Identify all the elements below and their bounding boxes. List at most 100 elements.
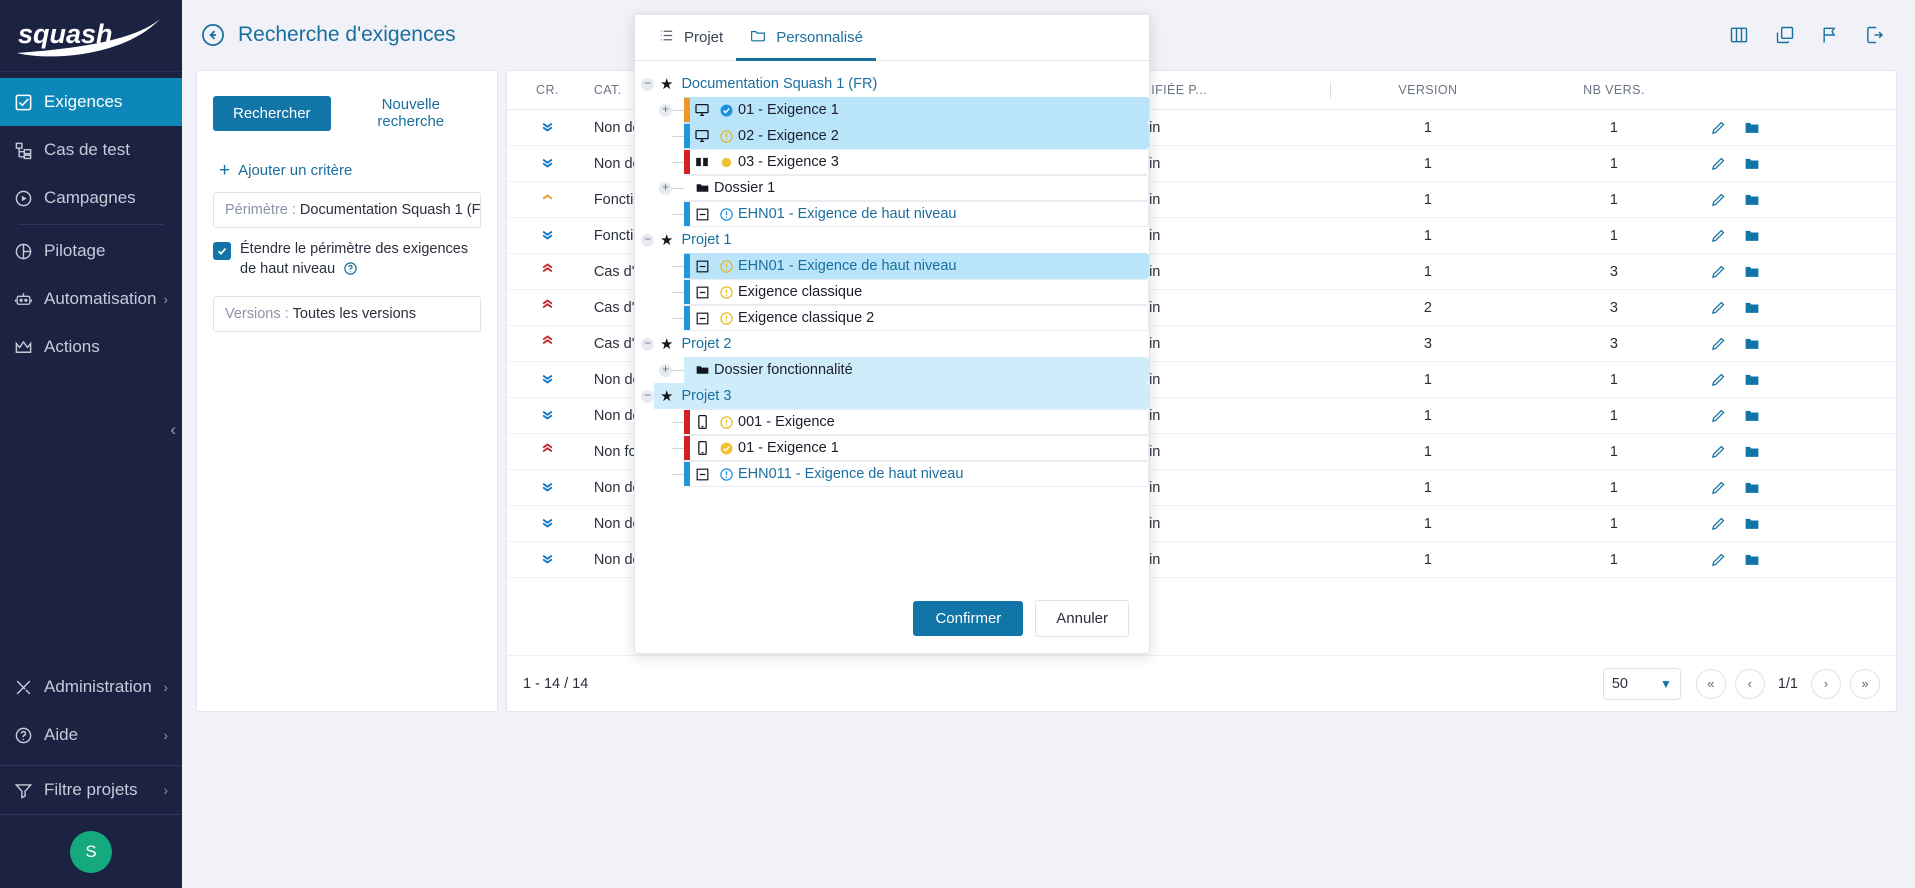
folder-icon[interactable] — [1743, 479, 1761, 496]
sidebar-item-cas-de-test[interactable]: Cas de test — [0, 126, 182, 174]
expand-toggle[interactable]: + — [659, 182, 672, 195]
tree-requirement-node[interactable]: 01 - Exigence 1 — [635, 435, 1149, 461]
folder-icon[interactable] — [1743, 191, 1761, 208]
squash-logo-icon: squash — [14, 13, 164, 59]
folder-icon[interactable] — [1743, 407, 1761, 424]
tree-requirement-node[interactable]: EHN01 - Exigence de haut niveau — [635, 253, 1149, 279]
tree-project-node[interactable]: −★Projet 2 — [635, 331, 1149, 357]
columns-icon[interactable] — [1728, 25, 1750, 45]
sidebar-item-campagnes[interactable]: Campagnes — [0, 174, 182, 222]
book-icon — [690, 155, 714, 169]
collapse-toggle[interactable]: − — [641, 390, 654, 403]
collapse-toggle[interactable]: − — [641, 338, 654, 351]
collapse-toggle[interactable]: − — [641, 234, 654, 247]
sidebar-item-exigences[interactable]: Exigences — [0, 78, 182, 126]
tree-requirement-node[interactable]: +01 - Exigence 1 — [635, 97, 1149, 123]
versions-field[interactable]: Versions : Toutes les versions — [213, 296, 481, 332]
expand-toggle[interactable]: + — [659, 104, 672, 117]
export-icon[interactable] — [1864, 25, 1885, 45]
add-criterion-button[interactable]: + Ajouter un critère — [219, 161, 481, 180]
back-circle-icon[interactable] — [200, 22, 226, 48]
folder-icon[interactable] — [1743, 155, 1761, 172]
pencil-icon[interactable] — [1710, 263, 1727, 280]
new-search-button[interactable]: Nouvelle recherche — [341, 87, 481, 139]
confirm-button[interactable]: Confirmer — [913, 601, 1023, 636]
sidebar-item-administration[interactable]: Administration › — [0, 663, 182, 711]
cell-nb-versions: 1 — [1524, 398, 1710, 434]
tree-folder-node[interactable]: +Dossier 1 — [635, 175, 1149, 201]
tree-requirement-node[interactable]: 02 - Exigence 2 — [635, 123, 1149, 149]
question-circle-icon[interactable] — [343, 261, 358, 283]
tree-node-label: Exigence classique — [738, 284, 862, 300]
cell-criticality — [507, 182, 594, 218]
pencil-icon[interactable] — [1710, 371, 1727, 388]
tree-node-label: Projet 3 — [681, 388, 731, 404]
tree-project-node[interactable]: −★Projet 3 — [635, 383, 1149, 409]
tree-requirement-node[interactable]: 03 - Exigence 3 — [635, 149, 1149, 175]
cell-version: 1 — [1338, 542, 1524, 578]
tree-requirement-node[interactable]: 001 - Exigence — [635, 409, 1149, 435]
tree-requirement-node[interactable]: Exigence classique 2 — [635, 305, 1149, 331]
pencil-icon[interactable] — [1710, 227, 1727, 244]
pencil-icon[interactable] — [1710, 407, 1727, 424]
expand-toggle[interactable]: + — [659, 364, 672, 377]
sidebar-item-actions[interactable]: Actions — [0, 323, 182, 371]
tree-project-node[interactable]: −★Projet 1 — [635, 227, 1149, 253]
search-button[interactable]: Rechercher — [213, 96, 331, 131]
chevron-right-icon: › — [163, 727, 168, 743]
next-page-button[interactable]: › — [1811, 669, 1841, 699]
pencil-icon[interactable] — [1710, 299, 1727, 316]
column-header-nb-vers[interactable]: NB VERS. — [1524, 71, 1710, 110]
tree-requirement-node[interactable]: Exigence classique — [635, 279, 1149, 305]
prev-page-button[interactable]: ‹ — [1735, 669, 1765, 699]
folder-icon[interactable] — [1743, 515, 1761, 532]
perimeter-field[interactable]: Périmètre : Documentation Squash 1 (FR),… — [213, 192, 481, 228]
sidebar-item-aide[interactable]: Aide › — [0, 711, 182, 759]
folder-icon[interactable] — [1743, 227, 1761, 244]
double-chevron-blue — [539, 370, 555, 389]
tree-project-node[interactable]: −★Documentation Squash 1 (FR) — [635, 71, 1149, 97]
column-header-crit[interactable]: CR. — [507, 71, 594, 110]
sidebar-spacer: ‹ — [0, 371, 182, 663]
flag-icon[interactable] — [1820, 25, 1840, 45]
folder-icon[interactable] — [1743, 335, 1761, 352]
pencil-icon[interactable] — [1710, 515, 1727, 532]
tree-requirement-node[interactable]: EHN011 - Exigence de haut niveau — [635, 461, 1149, 487]
check-circle-yellow — [714, 441, 738, 456]
sidebar-item-filtre-projets[interactable]: Filtre projets › — [0, 766, 182, 814]
first-page-button[interactable]: « — [1696, 669, 1726, 699]
cell-criticality — [507, 110, 594, 146]
last-page-button[interactable]: » — [1850, 669, 1880, 699]
avatar[interactable]: S — [70, 831, 112, 873]
tree-folder-node[interactable]: +Dossier fonctionnalité — [635, 357, 1149, 383]
pencil-icon[interactable] — [1710, 119, 1727, 136]
sidebar-item-pilotage[interactable]: Pilotage — [0, 227, 182, 275]
pencil-icon[interactable] — [1710, 335, 1727, 352]
collapse-toggle[interactable]: − — [641, 78, 654, 91]
folder-icon[interactable] — [1743, 551, 1761, 568]
column-header-version[interactable]: VERSION — [1338, 71, 1524, 110]
sidebar-item-automatisation[interactable]: Automatisation › — [0, 275, 182, 323]
pencil-icon[interactable] — [1710, 479, 1727, 496]
pencil-icon[interactable] — [1710, 191, 1727, 208]
pencil-icon[interactable] — [1710, 443, 1727, 460]
sidebar-collapse-button[interactable]: ‹ — [170, 420, 176, 440]
warning-circle-blue — [714, 467, 738, 482]
folder-icon[interactable] — [1743, 119, 1761, 136]
duplicate-icon[interactable] — [1774, 25, 1796, 45]
folder-icon[interactable] — [1743, 263, 1761, 280]
cancel-button[interactable]: Annuler — [1035, 600, 1129, 637]
folder-icon[interactable] — [1743, 443, 1761, 460]
funnel-icon — [14, 779, 40, 801]
extend-perimeter-checkbox[interactable] — [213, 242, 231, 260]
column-header-modified-by[interactable]: MODIFIÉE P... — [1121, 71, 1338, 110]
folder-icon[interactable] — [1743, 371, 1761, 388]
pencil-icon[interactable] — [1710, 551, 1727, 568]
tab-personnalise[interactable]: Personnalisé — [736, 15, 876, 61]
tab-projet[interactable]: Projet — [645, 15, 736, 61]
page-size-select[interactable]: 50 ▼ — [1603, 668, 1681, 700]
brand-logo[interactable]: squash — [0, 0, 182, 72]
pencil-icon[interactable] — [1710, 155, 1727, 172]
folder-icon[interactable] — [1743, 299, 1761, 316]
tree-requirement-node[interactable]: EHN01 - Exigence de haut niveau — [635, 201, 1149, 227]
